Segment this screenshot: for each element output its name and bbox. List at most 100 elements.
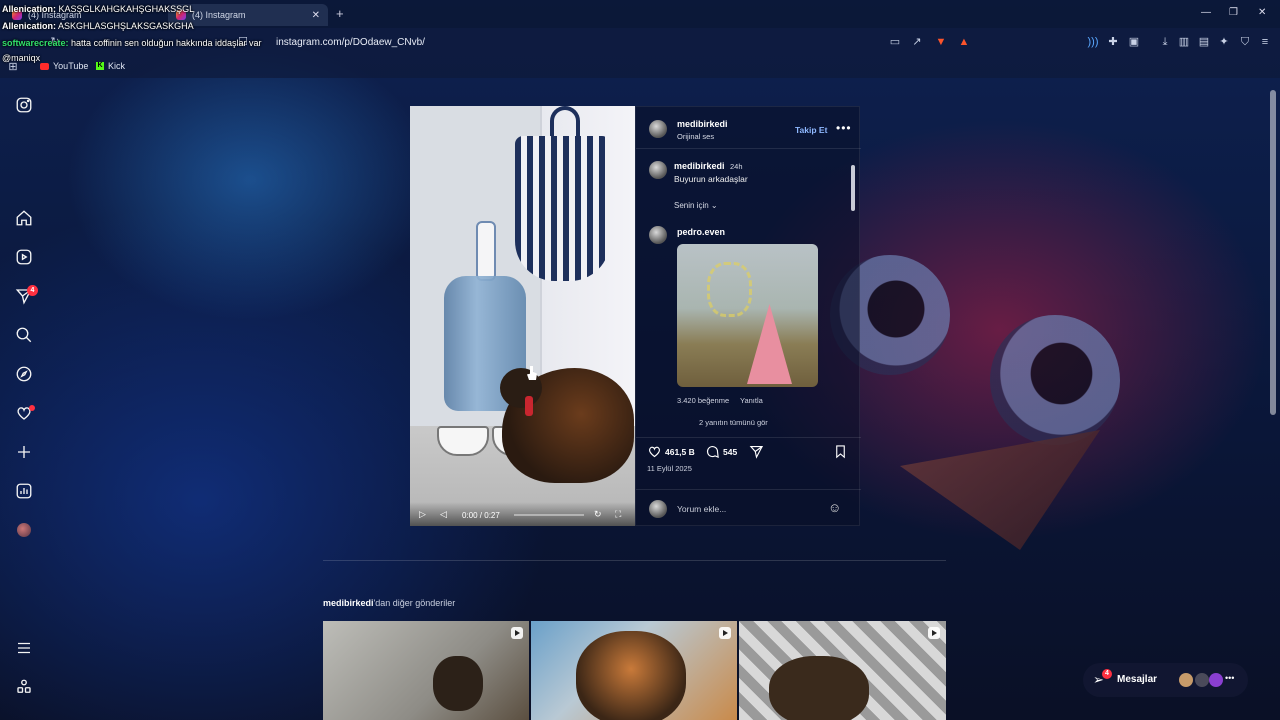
conversation-avatar — [1209, 673, 1223, 687]
messages-label: Mesajlar — [1117, 674, 1158, 685]
dashboard-icon[interactable] — [14, 481, 34, 501]
more-icon: ••• — [1225, 673, 1235, 683]
close-tab-icon[interactable]: ✕ — [312, 10, 320, 21]
play-icon[interactable]: ▷ — [419, 509, 426, 520]
bookmarks-bar: ⊞ YouTube K Kick — [0, 56, 1280, 78]
chat-message: @maniqx — [2, 53, 40, 63]
more-post-thumbnail[interactable] — [323, 621, 529, 720]
video-frame-cat-collar — [525, 396, 533, 416]
leo-ai-icon[interactable]: ✦ — [1217, 35, 1231, 49]
thumb-cat — [433, 656, 483, 711]
background-bird-eye-right — [990, 315, 1120, 445]
chat-message: Allenication: KASŞGLKAHGKAHŞGHAKSŞGL — [2, 4, 194, 14]
video-frame-bowl — [437, 426, 489, 456]
explore-icon[interactable] — [14, 364, 34, 384]
sidebar-icon[interactable]: ▥ — [1177, 35, 1191, 49]
comment-input[interactable] — [677, 502, 827, 516]
post-video[interactable]: ▷ ◁ 0:00 / 0:27 ↻ ⛶ — [410, 106, 635, 526]
fullscreen-icon[interactable]: ⛶ — [615, 509, 621, 520]
like-button[interactable]: 461,5 B — [647, 444, 695, 459]
more-post-thumbnail[interactable] — [739, 621, 946, 720]
apps-icon[interactable] — [14, 677, 34, 697]
chat-text: @maniqx — [2, 53, 41, 63]
screenshot-icon[interactable]: ▣ — [1127, 35, 1141, 49]
reply-button[interactable]: Yanıtla — [740, 396, 763, 405]
chat-text: ASKGHLASGHŞLAKSGASKGHA — [58, 21, 194, 31]
new-tab-icon[interactable]: + — [336, 6, 344, 21]
like-count: 461,5 B — [665, 446, 695, 457]
download-icon[interactable]: ⤓ — [1158, 35, 1172, 49]
browser-menu-icon[interactable]: ≡ — [1258, 35, 1272, 49]
thumb-cat — [769, 656, 869, 720]
bookmark-youtube[interactable]: YouTube — [40, 61, 88, 71]
profile-avatar[interactable] — [17, 523, 31, 537]
chat-message: softwarecreate: hatta coffinin sen olduğ… — [2, 38, 262, 48]
bookmark-label: YouTube — [53, 61, 89, 71]
post-date: 11 Eylül 2025 — [647, 464, 692, 473]
loop-icon[interactable]: ↻ — [594, 509, 602, 520]
more-post-thumbnail[interactable] — [531, 621, 737, 720]
create-icon[interactable] — [14, 442, 34, 462]
thumb-cat — [576, 631, 686, 720]
caption-avatar[interactable] — [649, 161, 667, 179]
search-icon[interactable] — [14, 325, 34, 345]
url-text: instagram.com/p/DOdaew_CNvb/ — [276, 36, 425, 48]
youtube-icon — [40, 62, 49, 70]
reels-icon[interactable] — [14, 247, 34, 267]
chat-text: hatta coffinin sen olduğun hakkında idda… — [71, 38, 262, 48]
comment-sort-dropdown[interactable]: Senin için ⌄ — [674, 201, 718, 210]
audio-icon[interactable]: ))) — [1086, 35, 1100, 49]
chat-message: Allenication: ASKGHLASGHŞLAKSGASKGHA — [2, 21, 194, 31]
url-field[interactable]: instagram.com/p/DOdaew_CNvb/ — [276, 32, 976, 52]
extensions-icon[interactable]: ✚ — [1106, 35, 1120, 49]
video-progress-bar[interactable] — [514, 514, 584, 516]
share-button[interactable] — [749, 444, 764, 459]
wallet-icon[interactable]: ▤ — [1197, 35, 1211, 49]
conversation-avatar — [1195, 673, 1209, 687]
messages-button[interactable]: ➢ 4 Mesajlar ••• — [1083, 663, 1248, 697]
comments-scroll-thumb[interactable] — [851, 165, 855, 211]
restore-icon[interactable]: ❐ — [1229, 7, 1238, 18]
author-avatar[interactable] — [649, 120, 667, 138]
home-icon[interactable] — [14, 208, 34, 228]
share-icon[interactable]: ↗ — [910, 35, 924, 49]
brave-rewards-icon[interactable]: ▲ — [957, 35, 971, 49]
vpn-icon[interactable]: ⛉ — [1238, 35, 1252, 49]
page-scrollbar[interactable] — [1270, 90, 1276, 415]
chevron-down-icon: ⌄ — [710, 201, 718, 210]
caption-text: Buyurun arkadaşlar — [674, 174, 748, 184]
kick-icon: K — [96, 62, 104, 70]
view-replies-button[interactable]: 2 yanıtın tümünü gör — [699, 418, 768, 427]
reel-icon — [719, 627, 731, 639]
chat-text: KASŞGLKAHGKAHŞGHAKSŞGL — [58, 4, 195, 14]
cast-icon[interactable]: ▭ — [888, 35, 902, 49]
comment-username[interactable]: pedro.even — [677, 227, 725, 237]
close-window-icon[interactable]: ✕ — [1258, 7, 1266, 18]
minimize-icon[interactable]: — — [1201, 7, 1211, 18]
emoji-icon[interactable]: ☺ — [828, 500, 841, 515]
volume-icon[interactable]: ◁ — [440, 509, 447, 520]
background-bird-beak — [900, 430, 1100, 550]
conversation-avatar — [1179, 673, 1193, 687]
save-button[interactable] — [833, 444, 848, 459]
post-header: medibirkedi Orijinal ses Takip Et ••• — [636, 107, 861, 149]
author-username[interactable]: medibirkedi — [677, 119, 728, 129]
heart-icon — [649, 446, 660, 458]
more-options-icon[interactable]: ••• — [836, 121, 852, 135]
comment-button[interactable]: 545 — [705, 444, 737, 459]
menu-icon[interactable] — [14, 638, 34, 658]
post-details-panel: medibirkedi Orijinal ses Takip Et ••• me… — [635, 106, 861, 526]
bookmark-kick[interactable]: K Kick — [96, 61, 125, 71]
more-posts-author[interactable]: medibirkedi — [323, 598, 374, 608]
caption-time: 24h — [730, 162, 743, 171]
commenter-avatar[interactable] — [649, 226, 667, 244]
comment-gif[interactable] — [677, 244, 818, 387]
video-time: 0:00 / 0:27 — [462, 511, 500, 520]
brave-shields-icon[interactable]: ▼ — [934, 35, 948, 49]
chat-username: Allenication: — [2, 4, 57, 14]
audio-label[interactable]: Orijinal ses — [677, 132, 714, 141]
caption-username[interactable]: medibirkedi — [674, 161, 725, 171]
reel-icon — [511, 627, 523, 639]
follow-button[interactable]: Takip Et — [795, 125, 827, 135]
instagram-logo-icon[interactable] — [14, 95, 34, 115]
